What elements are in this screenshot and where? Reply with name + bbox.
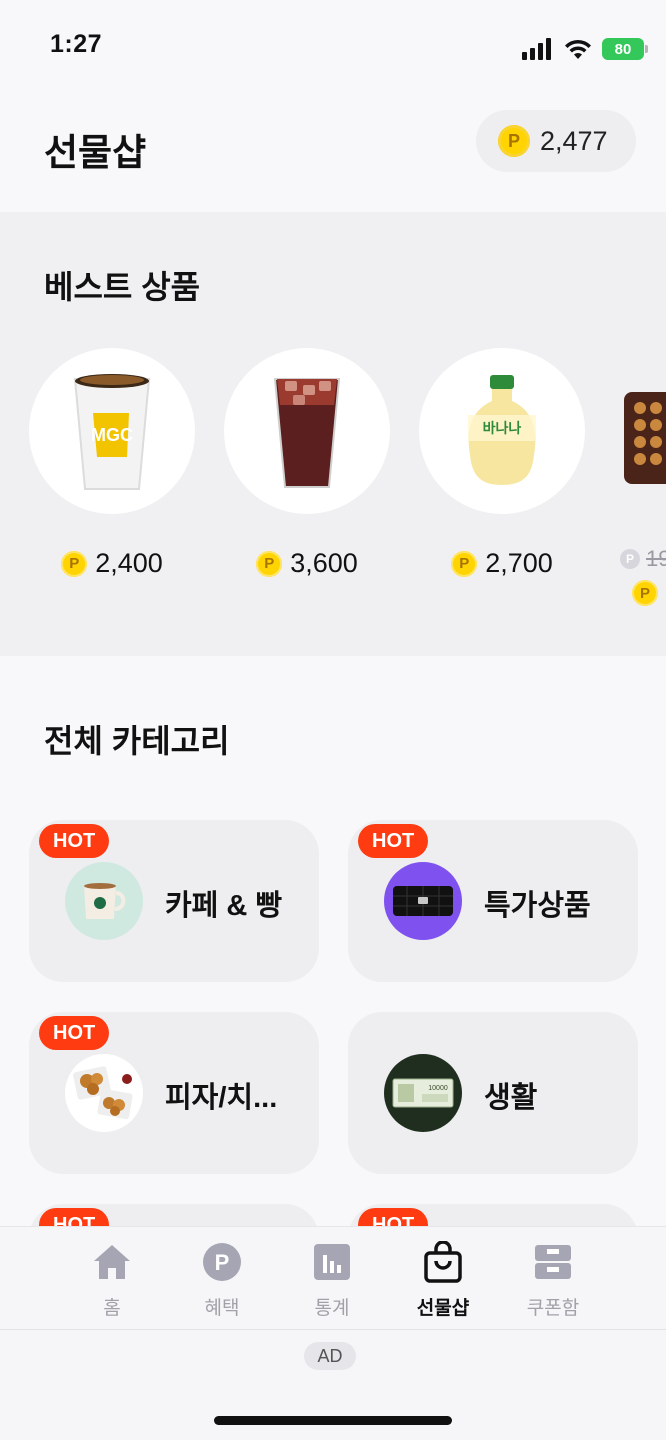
- category-section-title: 전체 카테고리: [44, 723, 230, 759]
- tab-stats[interactable]: 통계: [292, 1241, 372, 1321]
- tab-label: 혜택: [204, 1298, 240, 1319]
- category-card-pizza-chicken[interactable]: 피자/치... HOT: [29, 1012, 319, 1174]
- category-card-special[interactable]: 특가상품 HOT: [348, 820, 638, 982]
- banana-milk-icon: 바나나: [419, 348, 585, 514]
- best-item-price: 2,400: [95, 548, 163, 578]
- tab-label: 선물샵: [416, 1298, 470, 1319]
- tab-label: 통계: [314, 1298, 350, 1319]
- fried-chicken-icon: [65, 1054, 143, 1132]
- category-section: 전체 카테고리 카페 & 빵 HOT 특가상품 HOT 피자/치... HOT …: [0, 656, 666, 1226]
- iced-tea-icon: [224, 348, 390, 514]
- point-coin-icon: P: [620, 549, 640, 569]
- coupon-box-icon: [532, 1241, 574, 1283]
- ad-area: AD: [0, 1330, 666, 1440]
- best-item-price: 2,700: [485, 548, 553, 578]
- point-balance-pill[interactable]: P 2,477: [476, 110, 636, 172]
- wifi-icon: [565, 39, 591, 59]
- point-coin-icon: P: [61, 550, 88, 577]
- best-item-price-row: P 3,600: [224, 548, 390, 579]
- tab-benefits[interactable]: P 혜택: [182, 1241, 262, 1321]
- best-products-section: 베스트 상품 MGC P 2,400 P 3,600 바나나 P 2,700 P…: [0, 212, 666, 656]
- banknote-icon: 10000: [384, 1054, 462, 1132]
- best-item[interactable]: MGC P 2,400: [29, 348, 195, 578]
- svg-text:P: P: [215, 1250, 230, 1275]
- category-label: 피자/치...: [165, 1082, 278, 1114]
- ad-badge: AD: [304, 1342, 356, 1370]
- tab-label: 홈: [103, 1298, 121, 1319]
- tab-coupon-box[interactable]: 쿠폰함: [513, 1241, 593, 1321]
- point-coin-icon: P: [498, 125, 530, 157]
- category-card[interactable]: HOT: [29, 1204, 319, 1226]
- coffee-mug-icon: [65, 862, 143, 940]
- status-icons: 80: [522, 36, 648, 62]
- hot-badge: HOT: [358, 1208, 429, 1226]
- home-indicator[interactable]: [214, 1416, 452, 1425]
- hot-badge: HOT: [39, 1016, 110, 1050]
- tab-label: 쿠폰함: [526, 1298, 580, 1319]
- category-label: 생활: [484, 1082, 538, 1114]
- tab-gift-shop[interactable]: 선물샵: [403, 1241, 483, 1321]
- sale-price-row: P: [632, 580, 658, 606]
- wallet-icon: [384, 862, 462, 940]
- gift-box-icon: [624, 392, 666, 484]
- svg-text:10000: 10000: [428, 1085, 448, 1092]
- category-label: 특가상품: [484, 890, 591, 922]
- status-time: 1:27: [50, 30, 103, 58]
- best-item-price-row: P 2,400: [29, 548, 195, 579]
- original-price: 19: [646, 546, 666, 571]
- hot-badge: HOT: [39, 1208, 110, 1226]
- battery-icon: 80: [602, 38, 648, 60]
- category-card-living[interactable]: 10000 생활: [348, 1012, 638, 1174]
- point-coin-icon: P: [256, 550, 283, 577]
- page-title: 선물샵: [44, 132, 147, 173]
- best-section-title: 베스트 상품: [44, 269, 201, 305]
- header: 선물샵 P 2,477: [0, 96, 666, 212]
- point-coin-icon: P: [632, 580, 658, 606]
- point-coin-icon: P: [451, 550, 478, 577]
- svg-text:바나나: 바나나: [483, 421, 522, 437]
- stats-icon: [311, 1241, 353, 1283]
- original-price-row: P 19: [620, 546, 666, 572]
- coffee-cup-icon: MGC: [29, 348, 195, 514]
- shopping-bag-icon: [422, 1241, 464, 1283]
- best-item[interactable]: 바나나 P 2,700: [419, 348, 585, 578]
- svg-text:MGC: MGC: [91, 425, 133, 445]
- point-balance: 2,477: [540, 125, 608, 156]
- status-bar: 1:27 80: [0, 0, 666, 96]
- category-label: 카페 & 빵: [165, 890, 283, 922]
- best-item[interactable]: P 3,600: [224, 348, 390, 578]
- cellular-signal-icon: [522, 38, 551, 60]
- category-card[interactable]: HOT: [348, 1204, 638, 1226]
- bottom-tab-bar: 홈 P 혜택 통계 선물샵 쿠폰함: [0, 1226, 666, 1330]
- best-item-price-row: P 2,700: [419, 548, 585, 579]
- home-icon: [91, 1241, 133, 1283]
- point-icon: P: [201, 1241, 243, 1283]
- best-item-price: 3,600: [290, 548, 358, 578]
- tab-home[interactable]: 홈: [72, 1241, 152, 1321]
- hot-badge: HOT: [39, 824, 110, 858]
- hot-badge: HOT: [358, 824, 429, 858]
- category-card-cafe[interactable]: 카페 & 빵 HOT: [29, 820, 319, 982]
